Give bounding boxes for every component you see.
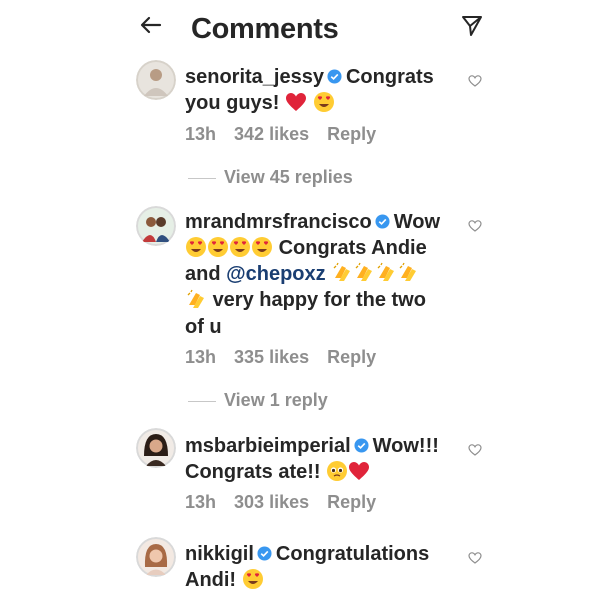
comment-text: mrandmrsfrancisco Wow Congrats Andie and …: [185, 209, 457, 340]
comment-text: msbarbieimperial Wow!!! Congrats ate!!: [185, 433, 457, 485]
comment-text-line: you guys!: [185, 92, 280, 114]
verified-badge-icon: [375, 214, 390, 229]
comment-meta: 13h 303 likes Reply: [185, 492, 394, 513]
comment-username[interactable]: senorita_jessy: [185, 66, 324, 88]
avatar[interactable]: [136, 60, 176, 100]
comment-text-line: of u: [185, 315, 222, 338]
view-replies-label: View 1 reply: [224, 390, 328, 410]
comment-text-word: Congratulations: [275, 543, 430, 565]
heart-eyes-emoji-icon: [313, 92, 334, 113]
reply-button[interactable]: Reply: [327, 124, 376, 144]
comments-screen: Comments senorita_jessy Congrats you guys…: [128, 0, 500, 600]
like-heart-icon[interactable]: [468, 74, 482, 88]
comment-text-line: very happy for the two: [212, 289, 426, 312]
heart-eyes-emoji-icon: [230, 237, 250, 258]
comment-time: 13h: [185, 347, 217, 367]
comment-username[interactable]: nikkigil: [185, 543, 254, 565]
reply-button[interactable]: Reply: [327, 347, 376, 367]
comment-likes[interactable]: 303 likes: [234, 492, 309, 512]
clapping-hands-emoji-icon: [187, 289, 204, 308]
verified-badge-icon: [327, 69, 342, 84]
comment-text-line: Congrats: [345, 66, 434, 88]
reply-button[interactable]: Reply: [327, 492, 376, 512]
divider-line: [188, 177, 216, 179]
view-replies-button[interactable]: View 1 reply: [188, 390, 328, 411]
comment-text: senorita_jessy Congrats you guys!: [185, 64, 457, 116]
view-replies-label: View 45 replies: [224, 167, 353, 187]
header: Comments: [128, 0, 500, 58]
comment-username[interactable]: mrandmrsfrancisco: [185, 211, 372, 233]
comment-text-line: Andi!: [185, 569, 237, 591]
comment-likes[interactable]: 335 likes: [234, 347, 309, 367]
verified-badge-icon: [354, 438, 369, 453]
comment-meta: 13h 342 likes Reply: [185, 124, 394, 145]
view-replies-button[interactable]: View 45 replies: [188, 167, 353, 188]
heart-eyes-emoji-icon: [252, 237, 272, 258]
comment-time: 13h: [185, 492, 217, 512]
clapping-hands-emoji-icon: [377, 263, 395, 282]
clapping-hands-emoji-icon: [333, 263, 351, 282]
verified-badge-icon: [257, 546, 272, 561]
comment-text-line: and: [185, 263, 221, 286]
pleading-face-emoji-icon: [327, 461, 348, 482]
like-heart-icon[interactable]: [468, 219, 482, 233]
avatar[interactable]: [136, 537, 176, 577]
red-heart-emoji-icon: [349, 462, 370, 481]
clapping-hands-emoji-icon: [355, 263, 373, 282]
comment-meta: 13h 335 likes Reply: [185, 347, 394, 368]
red-heart-emoji-icon: [286, 93, 307, 112]
clapping-hands-emoji-icon: [399, 263, 417, 282]
heart-eyes-emoji-icon: [242, 569, 263, 590]
paper-plane-icon[interactable]: [460, 14, 484, 38]
comment-text-word: Wow: [393, 211, 441, 233]
comment-username[interactable]: msbarbieimperial: [185, 435, 351, 457]
avatar[interactable]: [136, 206, 176, 246]
like-heart-icon[interactable]: [468, 551, 482, 565]
comment-likes[interactable]: 342 likes: [234, 124, 309, 144]
comment-text-line: Congrats Andie: [278, 237, 427, 259]
comment-time: 13h: [185, 124, 217, 144]
back-arrow-icon[interactable]: [138, 12, 164, 38]
like-heart-icon[interactable]: [468, 443, 482, 457]
avatar[interactable]: [136, 428, 176, 468]
heart-eyes-emoji-icon: [186, 237, 206, 258]
comment-text: nikkigil Congratulations Andi!: [185, 541, 457, 593]
page-title: Comments: [191, 13, 339, 45]
comment-text-line: Congrats ate!!: [185, 461, 321, 483]
comment-text-word: Wow!!!: [372, 435, 439, 457]
mention-link[interactable]: @chepoxz: [226, 263, 326, 285]
divider-line: [188, 400, 216, 402]
heart-eyes-emoji-icon: [208, 237, 228, 258]
